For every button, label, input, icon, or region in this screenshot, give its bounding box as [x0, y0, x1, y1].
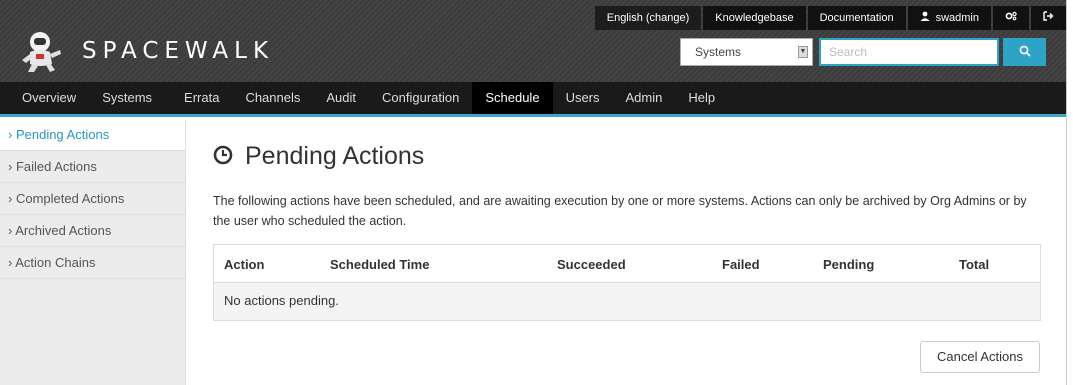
column-header-scheduled-time[interactable]: Scheduled Time [330, 257, 429, 272]
column-header-failed[interactable]: Failed [722, 257, 760, 272]
language-label: English (change) [606, 12, 690, 24]
sidebar-item-label: Failed Actions [15, 159, 97, 174]
sidebar-item-label: Pending Actions [15, 127, 110, 142]
nav-errata[interactable]: Errata [171, 82, 232, 114]
nav-systems[interactable]: Systems [89, 82, 165, 114]
main-nav: Overview Systems Errata Channels Audit C… [0, 82, 1066, 117]
header: English (change) Knowledgebase Documenta… [0, 0, 1066, 82]
column-header-total[interactable]: Total [959, 257, 989, 272]
sidebar-item-completed-actions[interactable]: › Completed Actions [0, 183, 185, 215]
documentation-label: Documentation [819, 12, 894, 24]
pending-actions-table: Action Scheduled Time Succeeded Failed P… [213, 244, 1041, 321]
column-header-pending[interactable]: Pending [823, 257, 874, 272]
logo-wordmark: SPACEWALK [82, 38, 275, 64]
user-link[interactable]: swadmin [907, 6, 991, 30]
preferences-button[interactable] [993, 6, 1029, 30]
chevron-right-icon: › [8, 127, 16, 142]
knowledgebase-link[interactable]: Knowledgebase [703, 6, 806, 30]
language-link[interactable]: English (change) [594, 6, 702, 30]
nav-audit[interactable]: Audit [313, 82, 369, 114]
username-label: swadmin [935, 12, 979, 24]
nav-configuration[interactable]: Configuration [369, 82, 472, 114]
table-header: Action Scheduled Time Succeeded Failed P… [214, 245, 1040, 283]
sidebar-item-pending-actions[interactable]: › Pending Actions [0, 120, 185, 151]
nav-admin[interactable]: Admin [613, 82, 676, 114]
search-scope-select[interactable]: Systems ▼ [680, 38, 813, 66]
dropdown-caret-icon: ▼ [798, 46, 808, 58]
sidebar-item-archived-actions[interactable]: › Archived Actions [0, 215, 185, 247]
knowledgebase-label: Knowledgebase [715, 12, 794, 24]
page-header: Pending Actions [213, 142, 424, 171]
top-links: English (change) Knowledgebase Documenta… [593, 6, 1066, 30]
page-title: Pending Actions [245, 142, 425, 170]
gears-icon [1005, 6, 1017, 30]
documentation-link[interactable]: Documentation [807, 6, 906, 30]
page-scrollbar[interactable] [1066, 0, 1073, 385]
cancel-actions-button[interactable]: Cancel Actions [920, 341, 1040, 373]
sidebar-item-label: Archived Actions [15, 223, 112, 238]
astronaut-logo-icon [18, 28, 68, 74]
nav-overview[interactable]: Overview [0, 82, 89, 114]
sign-out-button[interactable] [1031, 6, 1066, 30]
page-description: The following actions have been schedule… [213, 194, 1027, 228]
chevron-right-icon: › [8, 191, 16, 206]
spacewalk-logo[interactable]: SPACEWALK [18, 28, 274, 74]
sidebar-item-label: Action Chains [15, 255, 96, 270]
sidebar-item-action-chains[interactable]: › Action Chains [0, 247, 185, 279]
sidebar-item-failed-actions[interactable]: › Failed Actions [0, 151, 185, 183]
column-header-succeeded[interactable]: Succeeded [557, 257, 626, 272]
sign-out-icon [1043, 6, 1054, 30]
search-input[interactable]: Search [819, 38, 999, 66]
clock-icon [213, 145, 233, 168]
chevron-right-icon: › [8, 159, 16, 174]
sidebar: › Pending Actions › Failed Actions › Com… [0, 120, 186, 385]
nav-schedule[interactable]: Schedule [472, 82, 553, 114]
search-button[interactable] [1003, 38, 1046, 66]
search-scope-value: Systems [695, 45, 742, 59]
empty-table-message: No actions pending. [214, 283, 1040, 320]
sidebar-item-label: Completed Actions [15, 191, 125, 206]
nav-channels[interactable]: Channels [232, 82, 313, 114]
user-icon [920, 6, 930, 30]
column-header-action[interactable]: Action [224, 257, 264, 272]
nav-users[interactable]: Users [553, 82, 613, 114]
search-icon [1019, 45, 1031, 60]
nav-help[interactable]: Help [675, 82, 728, 114]
search-area: Systems ▼ Search [680, 38, 1046, 66]
